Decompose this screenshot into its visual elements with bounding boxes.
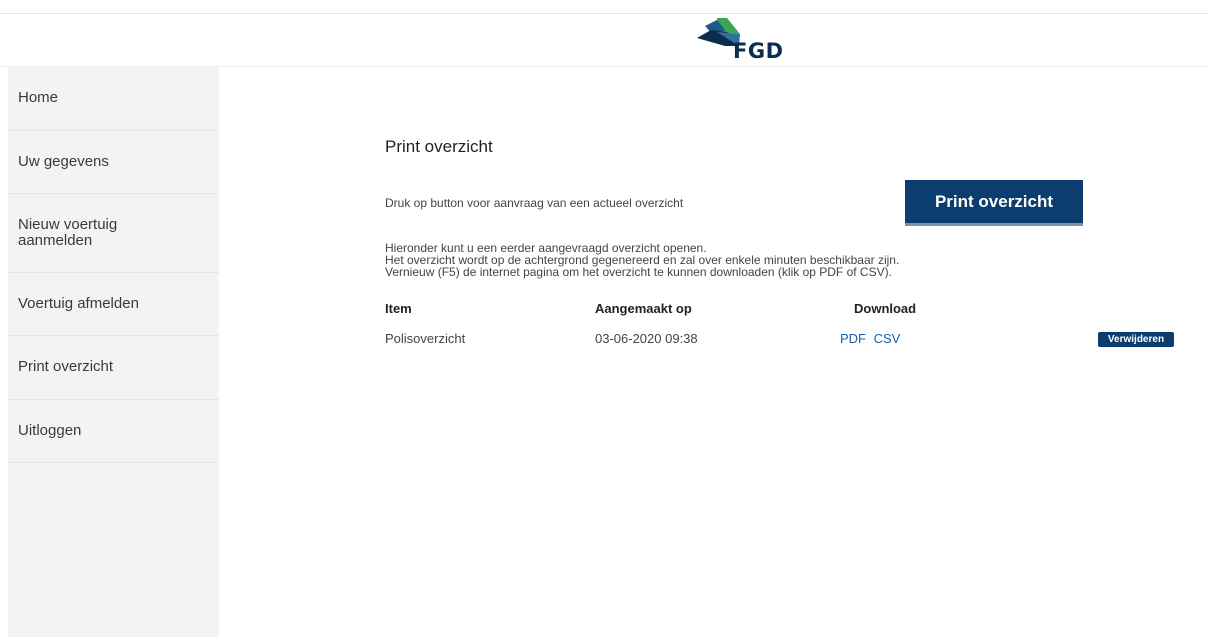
sidebar-item-label: Voertuig afmelden xyxy=(18,294,139,312)
sidebar-item-nieuw-voertuig-aanmelden[interactable]: Nieuw voertuig aanmelden xyxy=(8,194,219,273)
delete-button[interactable]: Verwijderen xyxy=(1098,332,1174,347)
sidebar-item-print-overzicht[interactable]: Print overzicht xyxy=(8,336,219,400)
page-title: Print overzicht xyxy=(385,137,493,156)
info-text: Hieronder kunt u een eerder aangevraagd … xyxy=(385,242,899,278)
column-header-download: Download xyxy=(854,301,917,316)
sidebar-item-home[interactable]: Home xyxy=(8,67,219,131)
print-instruction-text: Druk op button voor aanvraag van een act… xyxy=(385,196,684,210)
sidebar-item-label: Uitloggen xyxy=(18,421,82,439)
sidebar-item-label: Uw gegevens xyxy=(18,152,109,170)
sidebar-item-label: Home xyxy=(18,89,59,107)
sidebar-item-label: Print overzicht xyxy=(18,358,114,376)
csv-download-link[interactable]: CSV xyxy=(874,331,901,346)
row-download-links: PDF CSV xyxy=(840,331,900,346)
pdf-download-link[interactable]: PDF xyxy=(840,331,866,346)
row-item-name: Polisoverzicht xyxy=(385,331,466,346)
sidebar-item-uitloggen[interactable]: Uitloggen xyxy=(8,400,219,463)
logo-text: FGD xyxy=(733,39,784,63)
column-header-aangemaakt-op: Aangemaakt op xyxy=(595,301,692,316)
row-created-date: 03-06-2020 09:38 xyxy=(595,331,698,346)
column-header-item: Item xyxy=(385,301,412,316)
sidebar-item-uw-gegevens[interactable]: Uw gegevens xyxy=(8,131,219,194)
print-overzicht-button[interactable]: Print overzicht xyxy=(905,180,1083,226)
sidebar-item-label: Nieuw voertuig aanmelden xyxy=(18,215,118,249)
sidebar: Home Uw gegevens Nieuw voertuig aanmelde… xyxy=(8,67,219,637)
sidebar-item-voertuig-afmelden[interactable]: Voertuig afmelden xyxy=(8,273,219,336)
header: FGD xyxy=(0,14,1208,67)
fgd-logo[interactable]: FGD xyxy=(697,16,797,66)
info-line: Vernieuw (F5) de internet pagina om het … xyxy=(385,265,892,279)
